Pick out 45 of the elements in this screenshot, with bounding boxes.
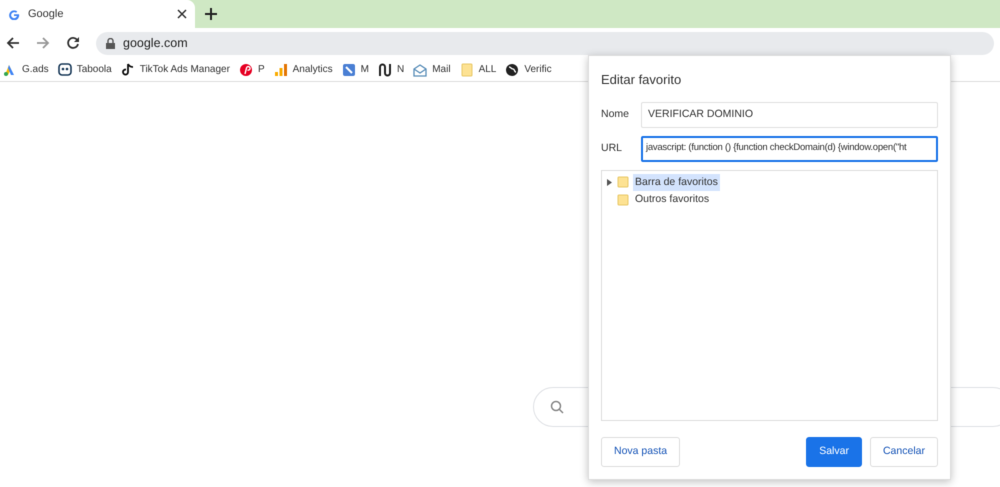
bookmark[interactable]: TikTok Ads Manager	[120, 62, 230, 77]
input-field[interactable]: javascript: (function () {function checkDomain(d) {window.open("ht	[641, 136, 938, 162]
folder-icon	[617, 176, 629, 188]
bookmark[interactable]: Verific	[505, 62, 552, 77]
square-icon	[342, 62, 356, 76]
robot-icon	[58, 62, 72, 76]
folder-icon	[460, 62, 474, 76]
dialog-button[interactable]: Nova pasta	[601, 437, 680, 467]
dialog-button[interactable]: Salvar	[806, 437, 862, 467]
loops-icon	[378, 62, 392, 76]
field-label: URL	[601, 140, 624, 156]
bookmark[interactable]: N	[378, 62, 404, 77]
bookmark[interactable]: Mail	[413, 62, 451, 77]
tab-title: Google	[28, 6, 64, 22]
folder-item[interactable]: Outros favoritos	[633, 191, 712, 209]
address-bar[interactable]: google.com	[96, 32, 994, 54]
url-text: google.com	[123, 34, 188, 52]
reload-icon[interactable]	[66, 36, 80, 50]
expand-arrow-icon[interactable]	[606, 178, 613, 186]
folder-item[interactable]: Barra de favoritos	[633, 174, 720, 192]
envelope-icon	[413, 62, 428, 76]
lock-icon	[106, 38, 115, 48]
bookmark[interactable]: P	[238, 62, 265, 77]
bookmark[interactable]: Taboola	[58, 62, 112, 77]
bar-chart-icon	[274, 62, 288, 76]
pin-icon	[238, 62, 253, 76]
dialog-title: Editar favorito	[601, 71, 682, 89]
google-logo-icon	[8, 8, 20, 20]
bookmark[interactable]: Analytics	[274, 62, 333, 77]
bookmark[interactable]: M	[342, 62, 369, 77]
dialog-button[interactable]: Cancelar	[870, 437, 938, 467]
music-note-icon	[120, 62, 135, 76]
ads-icon	[3, 62, 17, 76]
bookmark[interactable]: ALL	[460, 62, 496, 77]
plus-icon[interactable]	[205, 8, 217, 20]
field-label: Nome	[601, 106, 630, 122]
back-arrow-icon[interactable]	[6, 36, 20, 50]
input-field[interactable]: VERIFICAR DOMINIO	[641, 102, 938, 128]
forward-arrow-icon[interactable]	[36, 36, 50, 50]
search-icon	[550, 400, 564, 414]
folder-icon	[617, 194, 629, 206]
bookmark[interactable]: G.ads	[3, 62, 49, 77]
close-icon[interactable]	[177, 9, 187, 19]
globe-icon	[505, 62, 520, 76]
browser-tab[interactable]: Google	[0, 0, 195, 28]
